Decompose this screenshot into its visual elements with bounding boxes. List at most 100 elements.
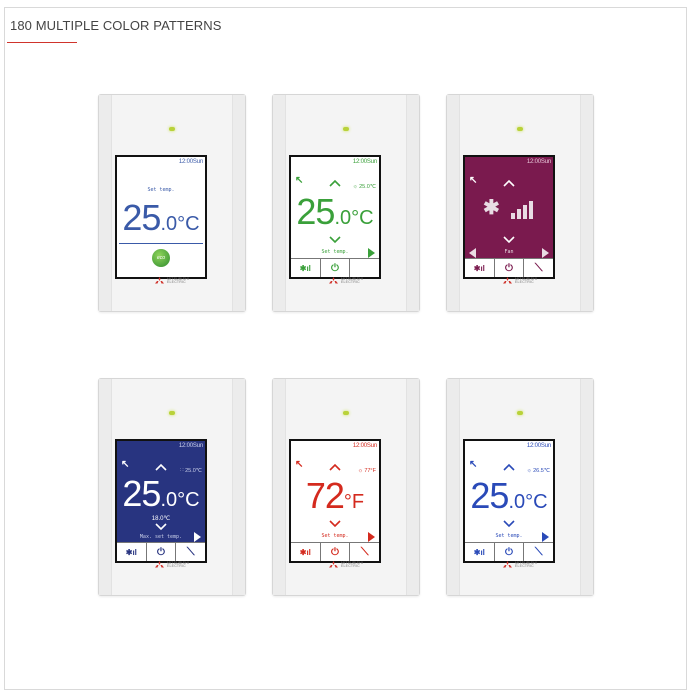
clock-display: 12:00Sun xyxy=(352,443,377,449)
fan-button[interactable]: ✱ıl xyxy=(117,543,147,561)
temp-decimal: .0 xyxy=(160,489,178,511)
logo-text: MITSUBISHI ELECTRIC xyxy=(166,276,190,284)
up-arrow-icon[interactable] xyxy=(155,463,167,471)
empty-button[interactable] xyxy=(350,259,379,277)
temperature-display: 25.0°C xyxy=(117,473,205,515)
power-button[interactable]: ⏻ xyxy=(494,259,525,277)
fan-button[interactable]: ✱ıl xyxy=(291,259,321,277)
next-arrow-icon[interactable] xyxy=(368,248,375,258)
down-arrow-icon[interactable] xyxy=(503,236,515,244)
max-set-temp-label: Max. set temp. xyxy=(139,534,183,540)
up-arrow-icon[interactable] xyxy=(503,463,515,471)
menu-button[interactable]: ⟍ xyxy=(524,543,553,561)
menu-button[interactable]: ⟍ xyxy=(350,543,379,561)
logo-text: MITSUBISHI ELECTRIC xyxy=(340,560,364,568)
clock-display: 12:00Sun xyxy=(352,159,377,165)
controller-screen-5[interactable]: 12:00Sun ↖ ☼ 77°F 72°F Set temp. ● ● ● ●… xyxy=(289,439,381,563)
mitsubishi-electric-logo: MITSUBISHI ELECTRIC xyxy=(99,561,245,569)
logo-text: MITSUBISHI ELECTRIC xyxy=(340,276,364,284)
set-temp-label: Set temp. xyxy=(495,533,523,539)
power-icon: ⏻ xyxy=(331,262,339,274)
down-arrow-icon[interactable] xyxy=(155,523,167,531)
status-led xyxy=(343,411,349,415)
current-temp-value: ☼ 25.0℃ xyxy=(352,184,376,190)
three-diamonds-icon xyxy=(502,277,512,285)
fan-button[interactable]: ✱ıl xyxy=(465,543,495,561)
wrench-menu-icon: ⟍ xyxy=(534,545,543,558)
menu-button[interactable]: ⟍ xyxy=(524,259,553,277)
clock-display: 12:00Sun xyxy=(526,159,551,165)
wrench-menu-icon: ⟍ xyxy=(360,545,369,558)
power-button[interactable]: ⏻ xyxy=(321,259,351,277)
power-icon: ⏻ xyxy=(331,546,339,558)
bottom-button-bar: ✱ıl ⏻ ⟍ xyxy=(465,542,553,561)
temp-unit: °C xyxy=(177,489,200,511)
power-button[interactable]: ⏻ xyxy=(495,543,525,561)
mitsubishi-electric-logo: MITSUBISHI ELECTRIC xyxy=(273,561,419,569)
three-diamonds-icon xyxy=(154,277,164,285)
wrench-menu-icon: ⟍ xyxy=(534,261,543,274)
menu-button[interactable]: ⟍ xyxy=(176,543,205,561)
controller-device-1: 12:00Sun Set temp. 25.0°C eco MITSUBISHI… xyxy=(98,94,246,312)
clock-display: 12:00Sun xyxy=(526,443,551,449)
wrench-icon[interactable]: ↖ xyxy=(469,175,477,186)
temp-whole: 25 xyxy=(122,473,161,514)
wrench-icon[interactable]: ↖ xyxy=(469,459,477,470)
fan-speed-icon: ✱ıl xyxy=(299,547,311,557)
temp-unit: °C xyxy=(525,491,548,513)
down-arrow-icon[interactable] xyxy=(503,520,515,528)
controller-screen-3[interactable]: 12:00Sun ↖ ✱ Fan ● ● ● ● ● ● ✱ıl ⏻ ⟍ xyxy=(463,155,555,279)
wrench-icon[interactable]: ↖ xyxy=(121,459,129,470)
controller-screen-1[interactable]: 12:00Sun Set temp. 25.0°C eco xyxy=(115,155,207,279)
up-arrow-icon[interactable] xyxy=(503,179,515,187)
fan-speed-icon: ✱ıl xyxy=(299,263,311,273)
controller-screen-4[interactable]: 12:00Sun ↖ ∷ 25.0℃ 25.0°C 18.0℃ Max. set… xyxy=(115,439,207,563)
mitsubishi-electric-logo: MITSUBISHI ELECTRIC xyxy=(99,277,245,285)
up-arrow-icon[interactable] xyxy=(329,463,341,471)
divider-line xyxy=(119,243,203,244)
fan-button[interactable]: ✱ıl xyxy=(291,543,321,561)
logo-text: MITSUBISHI ELECTRIC xyxy=(514,276,538,284)
clock-display: 12:00Sun xyxy=(178,443,203,449)
next-arrow-icon[interactable] xyxy=(542,532,549,542)
next-arrow-icon[interactable] xyxy=(368,532,375,542)
temp-unit: °C xyxy=(177,213,200,235)
status-led xyxy=(169,127,175,131)
logo-text: MITSUBISHI ELECTRIC xyxy=(166,560,190,568)
down-arrow-icon[interactable] xyxy=(329,236,341,244)
bottom-button-bar: ✱ıl ⏻ ⟍ xyxy=(117,542,205,561)
mitsubishi-electric-logo: MITSUBISHI ELECTRIC xyxy=(447,277,593,285)
temp-whole: 25 xyxy=(122,197,161,238)
temperature-display: 25.0°C xyxy=(291,191,379,233)
bottom-button-bar: ✱ıl ⏻ ⟍ xyxy=(465,258,553,277)
temp-unit: °F xyxy=(343,491,365,513)
power-button[interactable]: ⏻ xyxy=(147,543,177,561)
temperature-display: 25.0°C xyxy=(465,475,553,517)
signal-bars-icon xyxy=(511,201,533,219)
power-button[interactable]: ⏻ xyxy=(321,543,351,561)
bottom-button-bar: ✱ıl ⏻ ⟍ xyxy=(291,542,379,561)
next-arrow-icon[interactable] xyxy=(542,248,549,258)
temp-decimal: .0 xyxy=(160,213,178,235)
temp-decimal: .0 xyxy=(334,207,352,229)
power-icon: ⏻ xyxy=(157,546,165,558)
temp-whole: 72 xyxy=(305,475,345,516)
power-icon: ⏻ xyxy=(505,546,513,558)
next-arrow-icon[interactable] xyxy=(194,532,201,542)
fan-button[interactable]: ✱ıl xyxy=(465,259,495,277)
fan-speed-icon: ✱ıl xyxy=(125,547,137,557)
down-arrow-icon[interactable] xyxy=(329,520,341,528)
temp-unit: °C xyxy=(351,207,374,229)
temp-whole: 25 xyxy=(470,475,509,516)
wrench-icon[interactable]: ↖ xyxy=(295,175,303,186)
power-icon: ⏻ xyxy=(505,262,513,274)
set-temp-label: Set temp. xyxy=(321,533,349,539)
up-arrow-icon[interactable] xyxy=(329,179,341,187)
controller-screen-6[interactable]: 12:00Sun ↖ ☼ 26.5℃ 25.0°C Set temp. ● ● … xyxy=(463,439,555,563)
temp-whole: 25 xyxy=(296,191,335,232)
three-diamonds-icon xyxy=(328,561,338,569)
fan-speed-icon: ✱ıl xyxy=(473,547,485,557)
wrench-icon[interactable]: ↖ xyxy=(295,459,303,470)
heading-underline xyxy=(7,42,77,43)
controller-screen-2[interactable]: 12:00Sun ↖ ☼ 25.0℃ 25.0°C Set temp. ● ● … xyxy=(289,155,381,279)
